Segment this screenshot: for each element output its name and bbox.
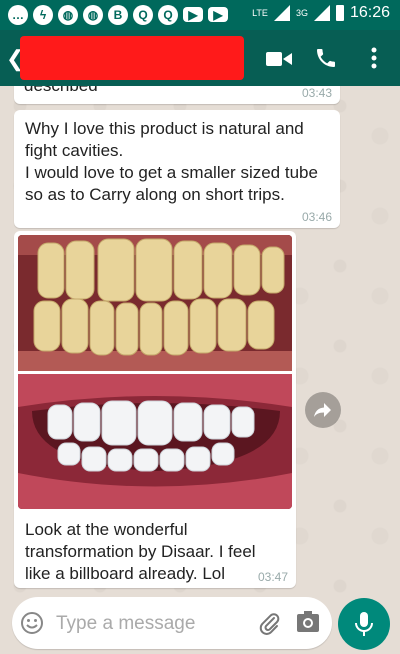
- signal-icon: [313, 5, 330, 21]
- message-time: 03:46: [301, 210, 332, 224]
- image-caption: Look at the wonderful transformation by …: [25, 520, 256, 583]
- message-bubble[interactable]: Why I love this product is natural and f…: [14, 110, 340, 228]
- message-input-bar: [12, 597, 332, 649]
- more-vert-icon[interactable]: [370, 46, 378, 75]
- emoji-icon[interactable]: [20, 611, 44, 640]
- 3g-indicator: 3G: [295, 7, 308, 18]
- attach-icon[interactable]: [258, 611, 280, 640]
- q-icon: Q: [158, 5, 178, 25]
- forward-arrow-icon: [314, 403, 331, 417]
- signal-icon: [273, 5, 290, 21]
- video-call-icon[interactable]: [266, 50, 292, 73]
- globe-icon: ◍: [58, 5, 78, 25]
- bbm-icon: B: [108, 5, 128, 25]
- youtube-icon: ▶: [183, 7, 203, 22]
- message-time: 03:43: [301, 86, 332, 100]
- clock: 16:26: [349, 4, 390, 21]
- message-time: 03:47: [257, 570, 288, 584]
- message-bubble[interactable]: described 03:43: [14, 86, 340, 104]
- battery-icon: [335, 5, 344, 21]
- notification-icons: … ϟ ◍ ◍ B Q Q ▶ ▶: [8, 5, 228, 25]
- phone-call-icon[interactable]: [314, 46, 338, 75]
- redacted-contact-name[interactable]: [20, 36, 244, 80]
- status-bar: … ϟ ◍ ◍ B Q Q ▶ ▶ LTE 3G 16:26: [0, 0, 400, 30]
- forward-button[interactable]: [305, 392, 341, 428]
- message-text: described: [24, 86, 98, 96]
- chat-bubble-icon: …: [8, 5, 28, 25]
- chat-header: ❮: [0, 30, 400, 86]
- youtube-icon: ▶: [208, 7, 228, 22]
- mic-button[interactable]: [338, 598, 390, 650]
- status-right: LTE 3G 16:26: [252, 4, 390, 22]
- messenger-icon: ϟ: [33, 5, 53, 25]
- message-input[interactable]: [54, 607, 238, 641]
- teeth-before-after-photo[interactable]: [18, 235, 292, 509]
- image-message-bubble[interactable]: Look at the wonderful transformation by …: [14, 231, 296, 588]
- lte-indicator: LTE: [252, 7, 268, 18]
- chat-area[interactable]: described 03:43 Why I love this product …: [0, 86, 400, 594]
- camera-icon[interactable]: [296, 611, 320, 638]
- q-icon: Q: [133, 5, 153, 25]
- message-text: Why I love this product is natural and f…: [25, 119, 318, 204]
- globe-icon: ◍: [83, 5, 103, 25]
- mic-icon: [355, 612, 373, 636]
